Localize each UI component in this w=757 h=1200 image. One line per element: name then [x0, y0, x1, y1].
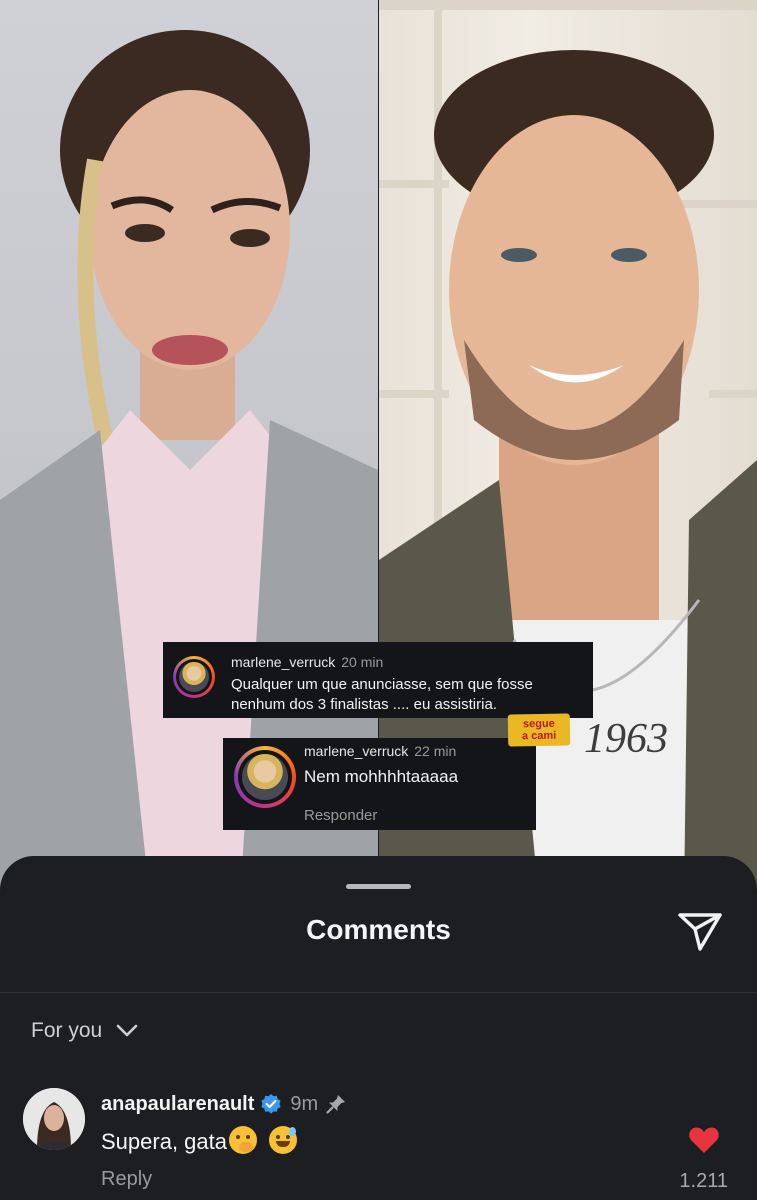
overlay-username: marlene_verruck 20 min — [231, 654, 384, 670]
sheet-divider — [0, 992, 757, 993]
chevron-down-icon — [116, 1024, 138, 1037]
hand-over-mouth-emoji-icon — [228, 1126, 257, 1154]
comment-username-row: anapaularenault 9m — [101, 1092, 348, 1116]
filter-label: For you — [31, 1019, 103, 1042]
pin-icon — [326, 1095, 346, 1114]
sticker-badge: segue a cami — [507, 713, 571, 747]
overlay-reply-link: Responder — [304, 807, 378, 824]
overlay-username: marlene_verruck 22 min — [304, 743, 457, 759]
overlay-comment-2: marlene_verruck 22 min Nem mohhhhtaaaaa R… — [223, 738, 536, 830]
comments-sheet: Comments For you anapaularenault 9m Supe… — [0, 856, 757, 1200]
overlay-comment-text: Nem mohhhhtaaaaa — [304, 767, 459, 786]
svg-text:1963: 1963 — [584, 716, 668, 762]
overlay-avatar — [234, 746, 296, 808]
overlay-comment-text: Qualquer um que anunciasse, sem que foss… — [231, 676, 533, 713]
sheet-title: Comments — [306, 914, 451, 945]
verified-badge-icon — [261, 1094, 281, 1114]
comment-text: Supera, gata — [101, 1126, 298, 1155]
grinning-sweat-emoji-icon — [269, 1126, 298, 1154]
like-count: 1.211 — [679, 1170, 728, 1192]
comment-username[interactable]: anapaularenault — [101, 1093, 254, 1116]
overlay-avatar — [173, 656, 215, 698]
comment-time: 9m — [290, 1092, 319, 1115]
send-icon[interactable] — [676, 909, 724, 953]
heart-icon[interactable] — [688, 1126, 720, 1154]
sort-filter-dropdown[interactable]: For you — [31, 1019, 138, 1043]
sheet-drag-handle[interactable] — [346, 884, 411, 889]
reply-button[interactable]: Reply — [101, 1168, 152, 1191]
overlay-comment-1: marlene_verruck 20 min Qualquer um que an… — [163, 642, 593, 718]
avatar[interactable] — [23, 1088, 85, 1150]
